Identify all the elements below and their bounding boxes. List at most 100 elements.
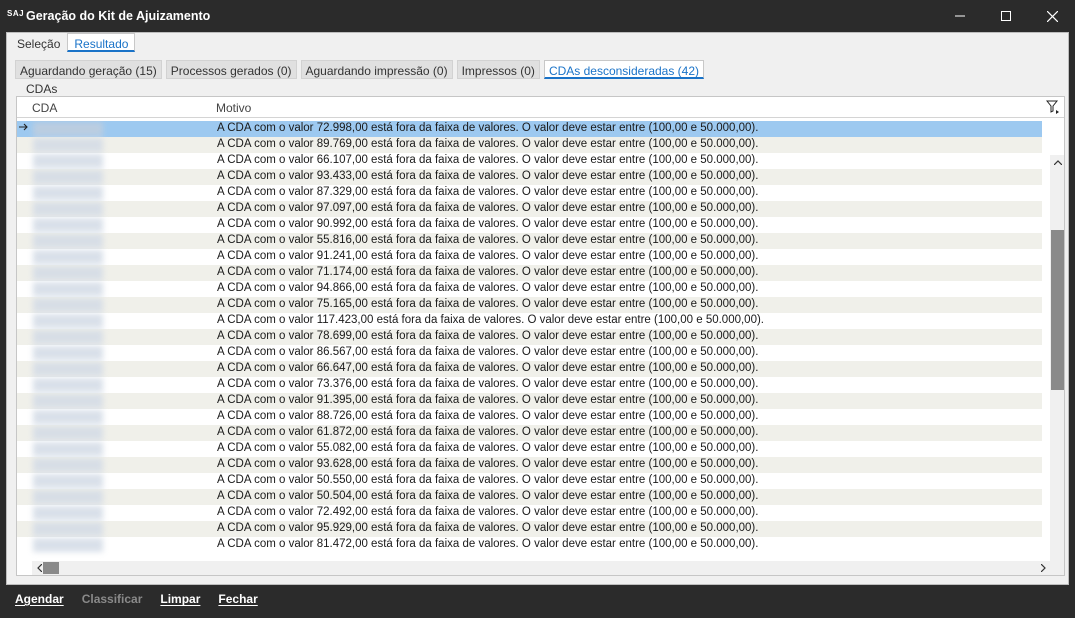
table-row[interactable]: A CDA com o valor 66.107,00 está fora da… (17, 153, 1042, 169)
vertical-scrollbar[interactable] (1050, 155, 1064, 575)
table-row[interactable]: A CDA com o valor 94.866,00 está fora da… (17, 281, 1042, 297)
table-row[interactable]: A CDA com o valor 55.082,00 está fora da… (17, 441, 1042, 457)
cda-grid: CDA Motivo A CDA com o valor 72.998,00 e… (16, 96, 1065, 576)
close-icon (1046, 10, 1058, 22)
cda-cell-redacted (33, 250, 103, 264)
table-row[interactable]: A CDA com o valor 73.376,00 está fora da… (17, 377, 1042, 393)
cda-cell-redacted (33, 442, 103, 456)
table-row[interactable]: A CDA com o valor 50.504,00 está fora da… (17, 489, 1042, 505)
table-row[interactable]: A CDA com o valor 55.816,00 está fora da… (17, 233, 1042, 249)
table-row[interactable]: A CDA com o valor 50.550,00 está fora da… (17, 473, 1042, 489)
cda-cell-redacted (33, 330, 103, 344)
cda-cell-redacted (33, 506, 103, 520)
footer-toolbar: Agendar Classificar Limpar Fechar (6, 586, 1069, 612)
result-tabs: Aguardando geração (15) Processos gerado… (15, 60, 705, 80)
cda-cell-redacted (33, 218, 103, 232)
vertical-scroll-thumb[interactable] (1051, 230, 1064, 390)
agendar-button[interactable]: Agendar (15, 592, 64, 606)
table-row[interactable]: A CDA com o valor 90.992,00 está fora da… (17, 217, 1042, 233)
table-row[interactable]: A CDA com o valor 117.423,00 está fora d… (17, 313, 1042, 329)
tab-cdas-desconsideradas[interactable]: CDAs desconsideradas (42) (543, 60, 705, 79)
cda-cell-redacted (33, 538, 103, 552)
table-row[interactable]: A CDA com o valor 93.433,00 está fora da… (17, 169, 1042, 185)
grid-header: CDA Motivo (17, 97, 1064, 118)
tab-processos-gerados[interactable]: Processos gerados (0) (165, 60, 297, 79)
cda-cell-redacted (33, 186, 103, 200)
motivo-cell: A CDA com o valor 66.107,00 está fora da… (217, 154, 759, 166)
cda-cell-redacted (33, 234, 103, 248)
motivo-cell: A CDA com o valor 66.647,00 está fora da… (217, 362, 759, 374)
motivo-cell: A CDA com o valor 73.376,00 está fora da… (217, 378, 759, 390)
cda-cell-redacted (33, 346, 103, 360)
close-button[interactable] (1029, 0, 1075, 32)
motivo-cell: A CDA com o valor 90.992,00 está fora da… (217, 218, 759, 230)
table-row[interactable]: A CDA com o valor 87.329,00 está fora da… (17, 185, 1042, 201)
table-row[interactable]: A CDA com o valor 93.628,00 está fora da… (17, 457, 1042, 473)
tab-aguardando-geracao[interactable]: Aguardando geração (15) (15, 60, 162, 79)
tab-impressos[interactable]: Impressos (0) (456, 60, 540, 79)
cda-cell-redacted (33, 154, 103, 168)
table-row[interactable]: A CDA com o valor 61.872,00 está fora da… (17, 425, 1042, 441)
column-header-cda[interactable]: CDA (32, 101, 57, 115)
title-bar[interactable]: SAJ Geração do Kit de Ajuizamento (0, 0, 1075, 32)
table-row[interactable]: A CDA com o valor 71.174,00 está fora da… (17, 265, 1042, 281)
scroll-up-icon[interactable] (1050, 155, 1064, 169)
cda-cell-redacted (33, 474, 103, 488)
motivo-cell: A CDA com o valor 93.433,00 está fora da… (217, 170, 759, 182)
window-title: Geração do Kit de Ajuizamento (26, 9, 211, 23)
table-row[interactable]: A CDA com o valor 91.241,00 está fora da… (17, 249, 1042, 265)
table-row[interactable]: A CDA com o valor 86.567,00 está fora da… (17, 345, 1042, 361)
horizontal-scroll-thumb[interactable] (43, 562, 59, 574)
main-tabs: Seleção Resultado (10, 33, 136, 53)
table-row[interactable]: A CDA com o valor 95.929,00 está fora da… (17, 521, 1042, 537)
column-header-motivo[interactable]: Motivo (216, 101, 251, 115)
tab-resultado[interactable]: Resultado (67, 33, 136, 52)
cda-cell-redacted (33, 378, 103, 392)
table-row[interactable]: A CDA com o valor 97.097,00 está fora da… (17, 201, 1042, 217)
filter-icon[interactable] (1046, 100, 1060, 114)
cda-cell-redacted (33, 282, 103, 296)
client-area: Seleção Resultado Aguardando geração (15… (6, 32, 1069, 585)
table-row[interactable]: A CDA com o valor 89.769,00 está fora da… (17, 137, 1042, 153)
fechar-button[interactable]: Fechar (218, 592, 257, 606)
table-row[interactable]: A CDA com o valor 81.472,00 está fora da… (17, 537, 1042, 553)
cda-cell-redacted (33, 266, 103, 280)
app-logo: SAJ (7, 9, 25, 18)
table-row[interactable]: A CDA com o valor 75.165,00 está fora da… (17, 297, 1042, 313)
motivo-cell: A CDA com o valor 97.097,00 está fora da… (217, 202, 759, 214)
table-row[interactable]: A CDA com o valor 72.998,00 está fora da… (17, 121, 1042, 137)
table-row[interactable]: A CDA com o valor 78.699,00 está fora da… (17, 329, 1042, 345)
limpar-button[interactable]: Limpar (160, 592, 200, 606)
motivo-cell: A CDA com o valor 91.395,00 está fora da… (217, 394, 759, 406)
motivo-cell: A CDA com o valor 71.174,00 está fora da… (217, 266, 759, 278)
grid-body: A CDA com o valor 72.998,00 está fora da… (17, 121, 1042, 561)
cda-cell-redacted (33, 426, 103, 440)
tab-selecao[interactable]: Seleção (10, 33, 67, 52)
motivo-cell: A CDA com o valor 55.816,00 está fora da… (217, 234, 759, 246)
motivo-cell: A CDA com o valor 95.929,00 está fora da… (217, 522, 759, 534)
motivo-cell: A CDA com o valor 78.699,00 está fora da… (217, 330, 759, 342)
motivo-cell: A CDA com o valor 75.165,00 está fora da… (217, 298, 759, 310)
table-row[interactable]: A CDA com o valor 88.726,00 está fora da… (17, 409, 1042, 425)
motivo-cell: A CDA com o valor 50.550,00 está fora da… (217, 474, 759, 486)
horizontal-scrollbar[interactable] (32, 561, 1050, 575)
tab-aguardando-impressao[interactable]: Aguardando impressão (0) (300, 60, 453, 79)
motivo-cell: A CDA com o valor 91.241,00 está fora da… (217, 250, 759, 262)
table-row[interactable]: A CDA com o valor 72.492,00 está fora da… (17, 505, 1042, 521)
table-row[interactable]: A CDA com o valor 66.647,00 está fora da… (17, 361, 1042, 377)
table-row[interactable]: A CDA com o valor 91.395,00 está fora da… (17, 393, 1042, 409)
maximize-icon (1001, 11, 1011, 21)
cda-cell-redacted (33, 522, 103, 536)
cda-cell-redacted (33, 202, 103, 216)
motivo-cell: A CDA com o valor 50.504,00 está fora da… (217, 490, 759, 502)
classificar-button: Classificar (81, 592, 143, 606)
maximize-button[interactable] (983, 0, 1029, 32)
minimize-button[interactable] (937, 0, 983, 32)
motivo-cell: A CDA com o valor 72.998,00 está fora da… (217, 122, 759, 134)
motivo-cell: A CDA com o valor 89.769,00 está fora da… (217, 138, 759, 150)
cda-cell-redacted (33, 410, 103, 424)
motivo-cell: A CDA com o valor 55.082,00 está fora da… (217, 442, 759, 454)
motivo-cell: A CDA com o valor 72.492,00 está fora da… (217, 506, 759, 518)
scroll-right-icon[interactable] (1036, 561, 1050, 575)
motivo-cell: A CDA com o valor 61.872,00 está fora da… (217, 426, 759, 438)
